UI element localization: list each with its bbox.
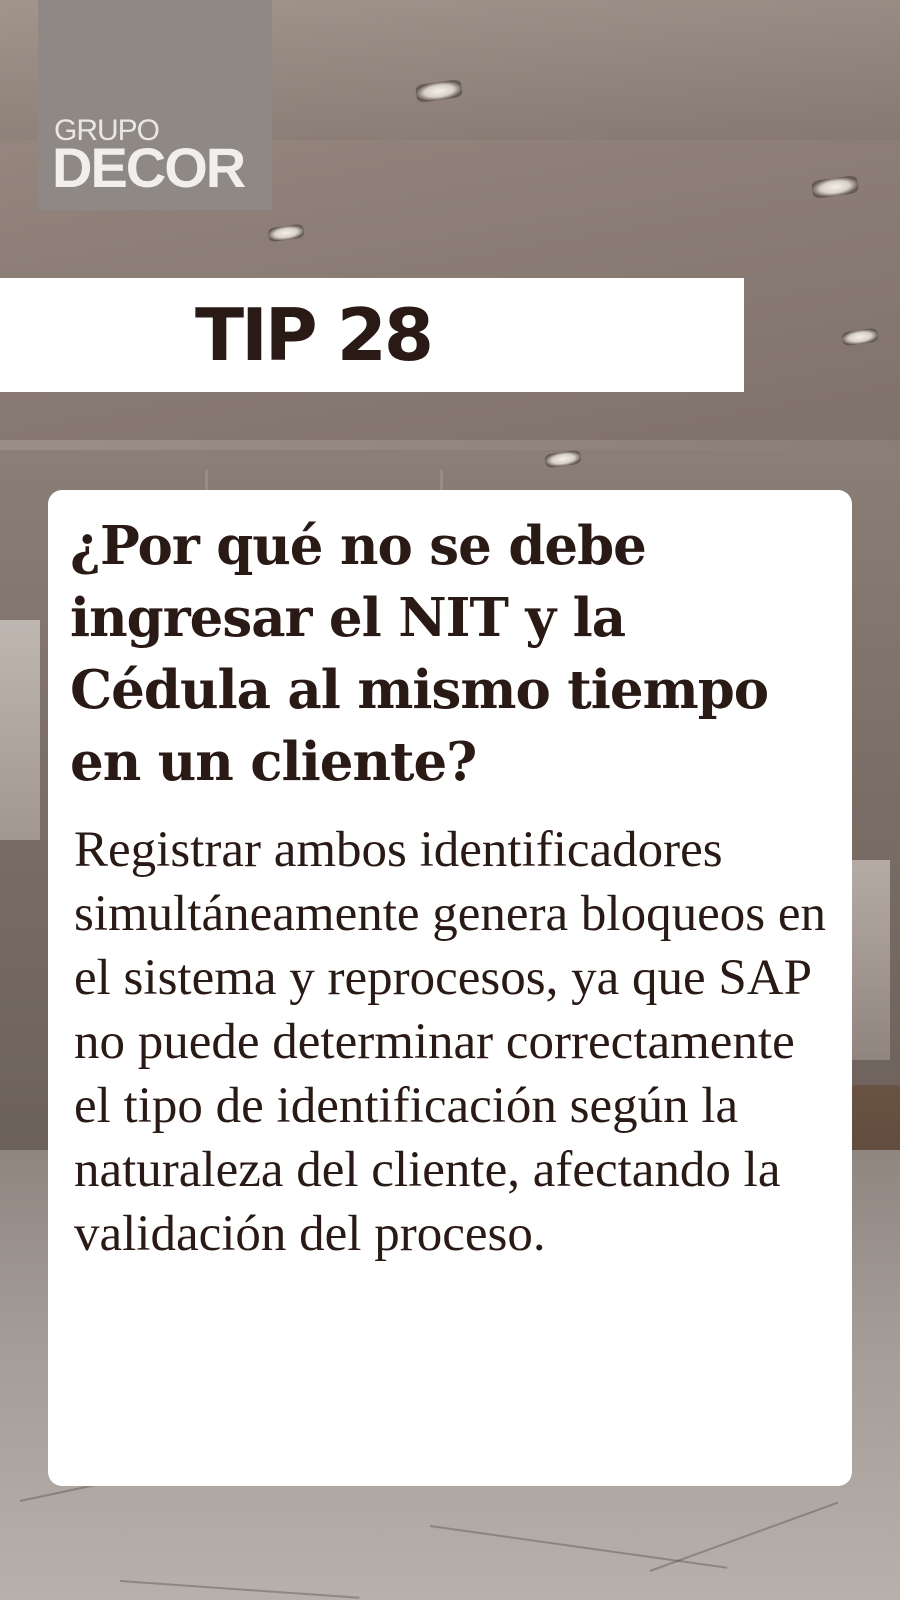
brand-logo-bottom: DECOR [52,136,246,199]
question-heading: ¿Por qué no se debe ingresar el NIT y la… [70,515,769,793]
window [0,620,40,840]
content-card: ¿Por qué no se debe ingresar el NIT y la… [48,490,852,1486]
tip-banner: TIP 28 [0,278,744,392]
cabinet-light [850,860,890,1060]
ceiling-edge [0,440,900,450]
tip-title: TIP 28 [195,293,434,377]
answer-text: Registrar ambos identificadores simultán… [74,822,826,1262]
brand-logo: GRUPO DECOR [38,0,272,210]
